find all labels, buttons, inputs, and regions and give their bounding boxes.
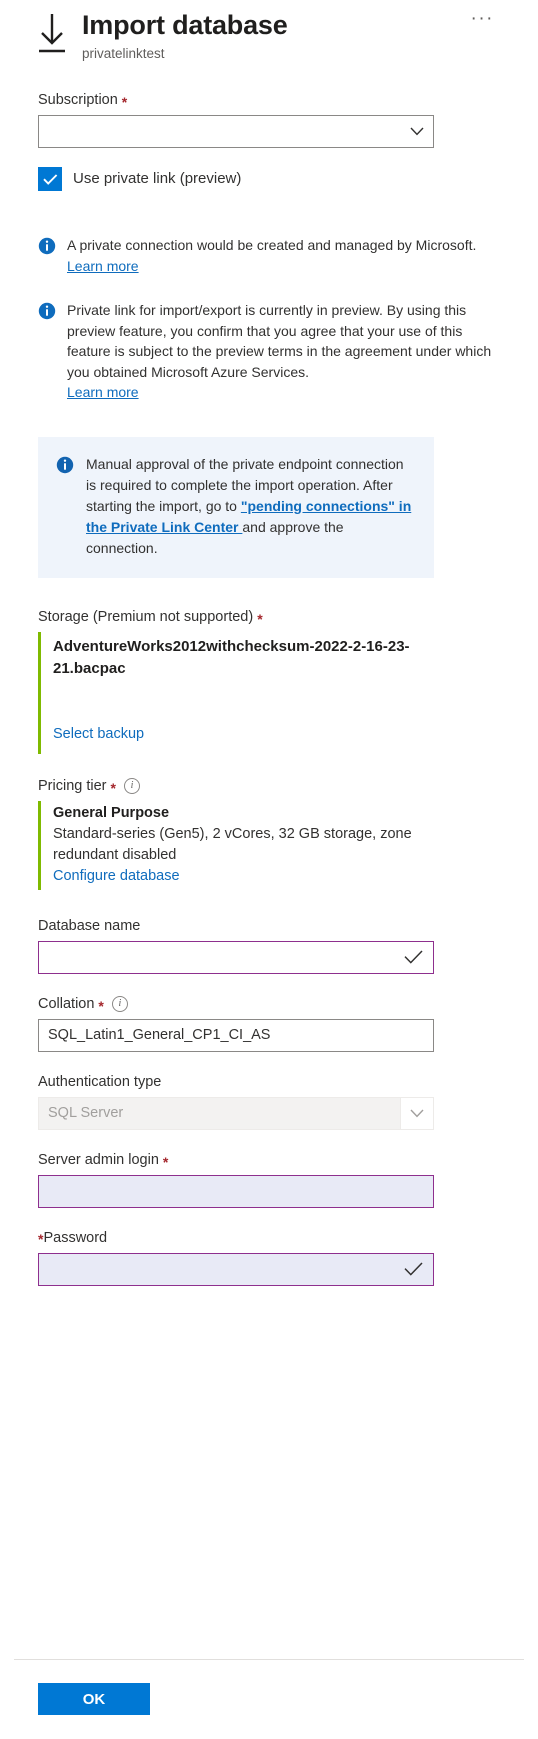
info-message-text: A private connection would be created an…	[67, 237, 477, 253]
password-input[interactable]	[38, 1252, 434, 1286]
authentication-type-label: Authentication type	[38, 1072, 500, 1092]
info-circle-icon[interactable]: i	[123, 777, 140, 794]
server-admin-login-label: Server admin login *	[38, 1150, 500, 1170]
blade-header: Import database privatelinktest ···	[0, 0, 538, 80]
info-icon	[56, 456, 74, 474]
footer-divider	[14, 1659, 524, 1660]
password-label-text: Password	[43, 1229, 108, 1246]
collation-label: Collation * i	[38, 994, 500, 1014]
checkmark-icon	[404, 950, 423, 964]
storage-label: Storage (Premium not supported) *	[38, 607, 500, 627]
blade-header-text: Import database privatelinktest	[78, 8, 538, 63]
pricing-tier-field: Pricing tier * i	[38, 776, 500, 796]
page-subtitle: privatelinktest	[82, 46, 165, 61]
learn-more-link[interactable]: Learn more	[67, 258, 139, 274]
required-asterisk: *	[98, 997, 104, 1014]
storage-field: Storage (Premium not supported) *	[38, 607, 500, 627]
pricing-tier-block: General Purpose Standard-series (Gen5), …	[38, 800, 500, 890]
collation-label-text: Collation	[38, 995, 95, 1012]
info-icon	[38, 237, 56, 255]
authentication-type-field: Authentication type SQL Server	[38, 1072, 500, 1130]
info-message-text-block: Private link for import/export is curren…	[67, 300, 498, 403]
learn-more-link[interactable]: Learn more	[67, 384, 139, 400]
pricing-tier-label-text: Pricing tier	[38, 777, 107, 794]
authentication-type-label-text: Authentication type	[38, 1073, 162, 1090]
password-field: *Password	[38, 1228, 500, 1286]
subscription-field: Subscription *	[38, 90, 500, 148]
info-icon	[38, 302, 56, 320]
required-asterisk: *	[121, 94, 128, 110]
checkmark-icon	[404, 1262, 423, 1276]
import-database-blade: Import database privatelinktest ··· Subs…	[0, 0, 538, 1739]
database-name-field: Database name	[38, 916, 500, 974]
collation-value: SQL_Latin1_General_CP1_CI_AS	[48, 1027, 271, 1043]
info-message-preview-terms: Private link for import/export is curren…	[38, 300, 498, 403]
import-download-icon	[26, 8, 78, 54]
select-backup-link[interactable]: Select backup	[53, 724, 144, 744]
storage-label-text: Storage (Premium not supported)	[38, 608, 254, 625]
use-private-link-label: Use private link (preview)	[73, 170, 242, 187]
storage-filename: AdventureWorks2012withchecksum-2022-2-16…	[53, 637, 410, 677]
subscription-label: Subscription *	[38, 90, 500, 110]
info-message-private-connection: A private connection would be created an…	[38, 235, 498, 276]
manual-approval-callout: Manual approval of the private endpoint …	[38, 436, 434, 578]
required-asterisk: *	[257, 610, 263, 627]
more-options-icon[interactable]: ···	[471, 9, 494, 28]
password-label: *Password	[38, 1228, 500, 1248]
chevron-down-icon	[401, 116, 433, 147]
pricing-tier-name: General Purpose	[53, 804, 170, 821]
server-admin-login-input[interactable]	[38, 1174, 434, 1208]
required-asterisk: *	[110, 779, 116, 796]
storage-selection-block: AdventureWorks2012withchecksum-2022-2-16…	[38, 631, 500, 754]
server-admin-login-field: Server admin login *	[38, 1150, 500, 1208]
subscription-label-text: Subscription	[38, 92, 118, 108]
checkbox-checked-icon	[38, 167, 62, 191]
server-admin-login-label-text: Server admin login	[38, 1151, 159, 1168]
configure-database-link[interactable]: Configure database	[53, 866, 180, 886]
required-asterisk: *	[162, 1153, 169, 1170]
subscription-dropdown[interactable]	[38, 115, 434, 148]
pricing-tier-description: Standard-series (Gen5), 2 vCores, 32 GB …	[53, 825, 412, 863]
collation-input[interactable]: SQL_Latin1_General_CP1_CI_AS	[38, 1018, 434, 1052]
database-name-label: Database name	[38, 916, 500, 936]
database-name-input[interactable]	[38, 940, 434, 974]
pricing-tier-label: Pricing tier * i	[38, 776, 500, 796]
database-name-label-text: Database name	[38, 917, 141, 934]
callout-text-block: Manual approval of the private endpoint …	[86, 454, 414, 559]
use-private-link-checkbox[interactable]: Use private link (preview)	[38, 167, 500, 191]
chevron-down-icon	[400, 1097, 433, 1129]
authentication-type-value: SQL Server	[48, 1105, 124, 1121]
info-message-text: Private link for import/export is curren…	[67, 302, 492, 380]
authentication-type-dropdown: SQL Server	[38, 1096, 434, 1130]
required-asterisk: *	[38, 1230, 44, 1247]
info-message-text-block: A private connection would be created an…	[67, 235, 476, 276]
collation-field: Collation * i SQL_Latin1_General_CP1_CI_…	[38, 994, 500, 1052]
ok-button[interactable]: OK	[38, 1683, 150, 1715]
info-circle-icon[interactable]: i	[111, 995, 128, 1012]
